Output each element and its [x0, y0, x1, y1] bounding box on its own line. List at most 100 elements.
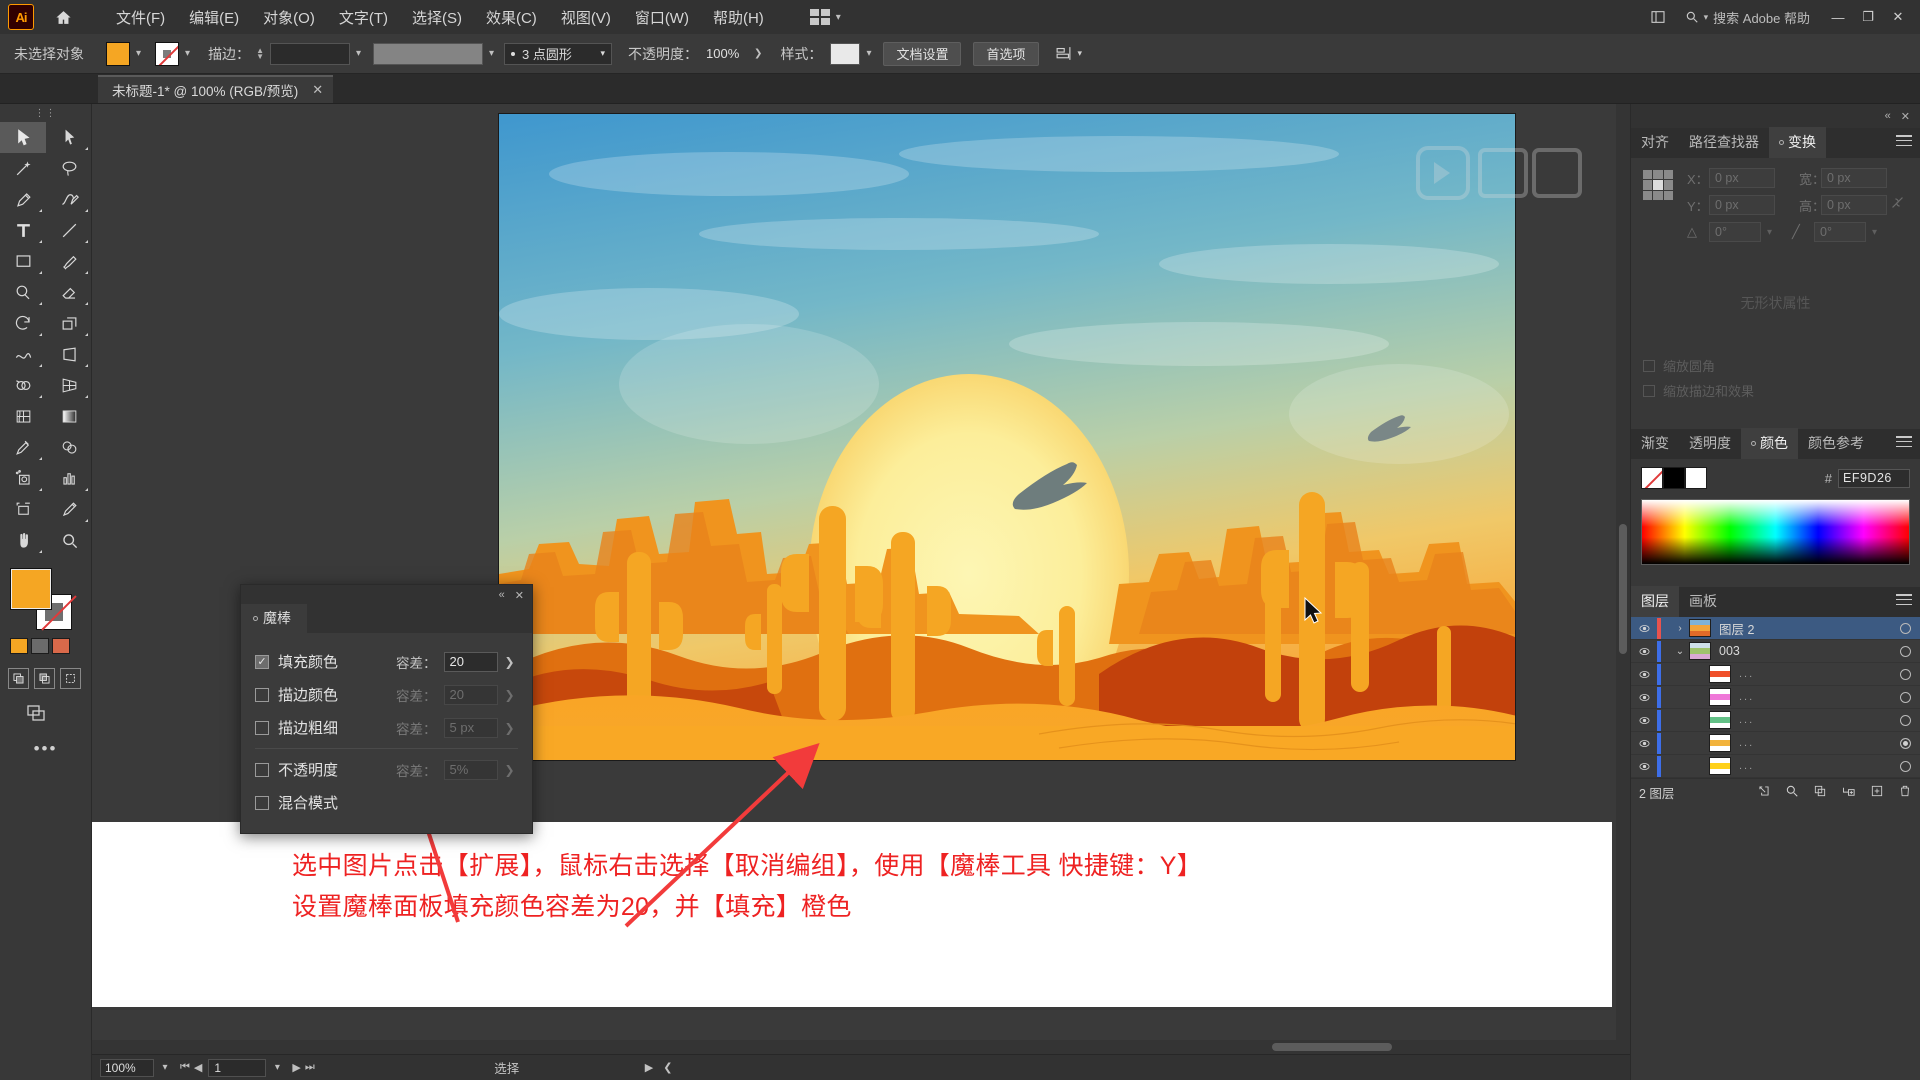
- locate-object-icon[interactable]: [1757, 784, 1771, 801]
- blending-mode-checkbox[interactable]: [255, 795, 269, 810]
- mesh-tool[interactable]: [0, 401, 46, 432]
- reference-point-icon[interactable]: [1643, 170, 1673, 200]
- preferences-button[interactable]: 首选项: [973, 41, 1039, 66]
- arrange-documents-button[interactable]: ▾: [802, 6, 849, 28]
- status-collapse-icon[interactable]: ❮: [663, 1061, 672, 1074]
- tab-pathfinder[interactable]: 路径查找器: [1679, 127, 1769, 158]
- workspace-switcher-icon[interactable]: [1645, 7, 1671, 27]
- stroke-weight-caret[interactable]: ▾: [356, 48, 361, 59]
- draw-inside-mode-icon[interactable]: [60, 668, 81, 689]
- free-transform-tool[interactable]: [46, 339, 92, 370]
- transform-panel-menu-icon[interactable]: [1896, 135, 1912, 146]
- minimize-button[interactable]: —: [1824, 3, 1852, 31]
- create-sublayer-icon[interactable]: [1841, 784, 1856, 802]
- magic-wand-close-icon[interactable]: ✕: [515, 589, 524, 602]
- menu-window[interactable]: 窗口(W): [623, 3, 701, 32]
- fill-color-tolerance-input[interactable]: 20: [443, 651, 498, 672]
- layers-panel-menu-icon[interactable]: [1896, 594, 1912, 605]
- hex-input[interactable]: EF9D26: [1838, 468, 1910, 488]
- document-tab-close-icon[interactable]: ✕: [312, 82, 323, 98]
- stroke-color-checkbox[interactable]: [255, 687, 269, 702]
- eye-icon[interactable]: [1631, 622, 1657, 635]
- tab-transparency[interactable]: 透明度: [1679, 428, 1741, 459]
- magic-wand-panel[interactable]: « ✕ 魔棒 ✓ 填充颜色 容差： 20 ❯ 描边颜色 容差： 20 ❯ 描边粗…: [240, 584, 533, 834]
- lasso-tool[interactable]: [46, 153, 92, 184]
- document-tab[interactable]: 未标题-1* @ 100% (RGB/预览) ✕: [98, 75, 334, 103]
- style-caret[interactable]: ▾: [866, 48, 871, 59]
- artboard-tool[interactable]: [0, 494, 46, 525]
- menu-help[interactable]: 帮助(H): [701, 3, 776, 32]
- blend-tool[interactable]: [46, 432, 92, 463]
- stroke-weight-stepper[interactable]: ▲ ▼: [256, 46, 264, 60]
- transform-h-input[interactable]: 0 px: [1821, 195, 1887, 215]
- transform-w-input[interactable]: 0 px: [1821, 168, 1887, 188]
- make-clipping-mask-icon[interactable]: [1813, 784, 1827, 801]
- scale-corners-checkbox[interactable]: [1643, 359, 1655, 372]
- layer-expand-caret[interactable]: ›: [1671, 623, 1689, 634]
- hand-tool[interactable]: [0, 525, 46, 556]
- transform-collapse-icon[interactable]: «: [1885, 110, 1891, 122]
- vertical-scroll-thumb[interactable]: [1619, 524, 1627, 654]
- home-icon[interactable]: [46, 0, 80, 34]
- magic-wand-row-stroke-weight[interactable]: 描边粗细 容差： 5 px ❯: [255, 711, 518, 744]
- zoom-tool[interactable]: [46, 525, 92, 556]
- rotate-angle-caret[interactable]: ▾: [1767, 227, 1772, 238]
- horizontal-scrollbar[interactable]: [92, 1040, 1630, 1054]
- layer-target-icon[interactable]: [1890, 737, 1920, 749]
- menu-file[interactable]: 文件(F): [104, 3, 177, 32]
- restore-button[interactable]: ❐: [1854, 3, 1882, 31]
- artboard-nav-last[interactable]: ⏭: [305, 1061, 315, 1074]
- eyedropper-tool[interactable]: [0, 432, 46, 463]
- opacity-expand-caret[interactable]: ❯: [754, 48, 762, 59]
- search-help-box[interactable]: ▾ 搜索 Adobe 帮助: [1677, 6, 1818, 28]
- scale-strokes-effects-row[interactable]: 缩放描边和效果: [1643, 378, 1908, 403]
- layer-target-icon[interactable]: [1890, 668, 1920, 680]
- magic-wand-tool[interactable]: [0, 153, 46, 184]
- fill-dropdown-caret[interactable]: ▾: [136, 48, 141, 59]
- transform-x-input[interactable]: 0 px: [1709, 168, 1775, 188]
- tab-color-guide[interactable]: 颜色参考: [1798, 428, 1874, 459]
- horizontal-scroll-thumb[interactable]: [1272, 1043, 1392, 1051]
- tab-layers[interactable]: 图层: [1631, 586, 1679, 617]
- screen-mode-icon[interactable]: [26, 703, 54, 725]
- opacity-checkbox[interactable]: [255, 762, 269, 777]
- magic-wand-row-stroke-color[interactable]: 描边颜色 容差： 20 ❯: [255, 678, 518, 711]
- tab-artboards[interactable]: 画板: [1679, 586, 1727, 617]
- eye-icon[interactable]: [1631, 737, 1657, 750]
- eye-icon[interactable]: [1631, 714, 1657, 727]
- menu-edit[interactable]: 编辑(E): [177, 3, 251, 32]
- artboard-nav-first[interactable]: ⏮: [180, 1061, 190, 1074]
- fill-color-swatch[interactable]: [106, 41, 130, 66]
- draw-normal-mode-icon[interactable]: [8, 668, 29, 689]
- zoom-level-caret[interactable]: ▾: [154, 1062, 176, 1073]
- transform-y-input[interactable]: 0 px: [1709, 195, 1775, 215]
- artboard[interactable]: [498, 113, 1516, 761]
- type-tool[interactable]: [0, 215, 46, 246]
- eye-icon[interactable]: [1631, 668, 1657, 681]
- tab-color[interactable]: 颜色: [1741, 428, 1798, 459]
- menu-effect[interactable]: 效果(C): [474, 3, 549, 32]
- tab-align[interactable]: 对齐: [1631, 127, 1679, 158]
- pen-tool[interactable]: [0, 184, 46, 215]
- transform-close-icon[interactable]: ✕: [1901, 110, 1910, 123]
- menu-type[interactable]: 文字(T): [327, 3, 400, 32]
- eye-icon[interactable]: [1631, 760, 1657, 773]
- layer-row-2[interactable]: › 图层 2: [1631, 617, 1920, 640]
- symbol-sprayer-tool[interactable]: [0, 463, 46, 494]
- scale-tool[interactable]: [46, 308, 92, 339]
- layer-target-icon[interactable]: [1890, 714, 1920, 726]
- graphic-style-swatch[interactable]: [830, 42, 861, 65]
- toolbar-fill-swatch[interactable]: [10, 568, 52, 610]
- color-panel-menu-icon[interactable]: [1896, 436, 1912, 447]
- magic-wand-collapse-icon[interactable]: «: [499, 589, 505, 601]
- artboard-nav-prev[interactable]: ◀: [194, 1061, 202, 1074]
- none-color-swatch[interactable]: [1641, 467, 1663, 489]
- layer-row-003[interactable]: ⌄ 003: [1631, 640, 1920, 663]
- close-button[interactable]: ✕: [1884, 3, 1912, 31]
- artboard-nav-next[interactable]: ▶: [292, 1061, 300, 1074]
- color-spectrum[interactable]: [1641, 499, 1910, 565]
- shape-builder-tool[interactable]: [0, 370, 46, 401]
- stroke-profile-preview[interactable]: [373, 42, 484, 65]
- fill-color-checkbox[interactable]: ✓: [255, 654, 269, 669]
- layer-row-child-1[interactable]: ...: [1631, 663, 1920, 686]
